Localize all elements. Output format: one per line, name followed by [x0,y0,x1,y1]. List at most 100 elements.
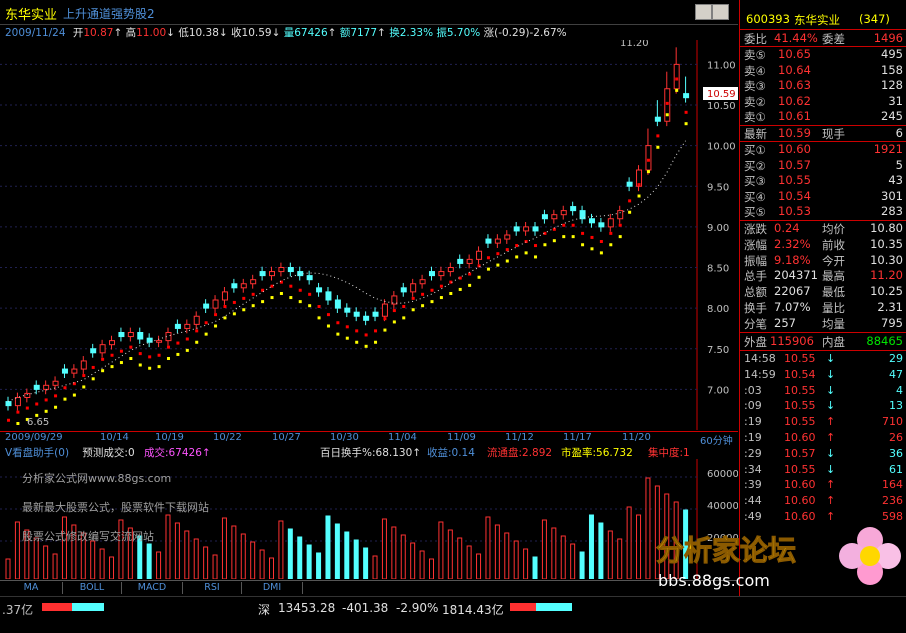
tab-rsi[interactable]: RSI [183,582,242,594]
tick-row[interactable]: :39 10.60 ↑ 164 [740,478,906,493]
tick-volume: 4 [896,383,903,397]
tab-ma[interactable]: MA [0,582,63,594]
support-mark [684,110,688,114]
bid-row[interactable]: 买③ 10.55 43 [740,173,906,188]
high-value: 11.00 [136,27,167,39]
support-mark-yellow [308,304,312,308]
ask-row[interactable]: 卖⑤ 10.65 495 [740,47,906,62]
stat-label: 前收 [822,237,845,252]
ask-row[interactable]: 卖③ 10.63 128 [740,78,906,93]
candlestick-chart[interactable]: 11.0010.5010.009.509.008.508.007.507.00 … [0,40,738,430]
tick-row[interactable]: :09 10.55 ↓ 13 [740,399,906,414]
stat-row[interactable]: 涨跌 0.24 均价 10.80 [740,221,906,236]
support-mark [119,349,123,353]
stat-row[interactable]: 总手 204371 最高 11.20 [740,268,906,283]
candle-body [156,340,163,343]
tab-boll[interactable]: BOLL [63,582,122,594]
volume-bar [476,553,482,579]
tick-row[interactable]: :19 10.55 ↑ 710 [740,415,906,430]
minimize-button[interactable] [695,4,712,20]
stat-row[interactable]: 总额 22067 最低 10.25 [740,284,906,299]
watermark-url: bbs.88gs.com [658,571,770,590]
volume-bar [504,532,510,579]
candle-body [33,384,40,390]
forum-logo-watermark: 分析家论坛 bbs.88gs.com [656,527,901,590]
date-label: 10/19 [155,432,184,443]
tick-direction-icon: ↑ [826,431,836,444]
tick-row[interactable]: :44 10.60 ↑ 236 [740,494,906,509]
date-label: 2009/09/29 [5,432,63,443]
tick-row[interactable]: :03 10.55 ↓ 4 [740,384,906,399]
support-mark-yellow [430,300,434,304]
weicha-value: 1496 [873,31,903,45]
support-mark-yellow [261,300,265,304]
stat-row[interactable]: 振幅 9.18% 今开 10.30 [740,253,906,268]
ask-row[interactable]: 卖② 10.62 31 [740,94,906,109]
tick-volume: 47 [889,367,903,381]
indicator-tabs: MA BOLL MACD RSI DMI [0,580,738,595]
bid-volume: 301 [881,188,903,203]
support-mark-yellow [336,332,340,336]
price-axis-label: 10.00 [707,142,736,153]
tab-macd[interactable]: MACD [122,582,183,594]
support-mark-yellow [298,300,302,304]
open-label: 开 [72,27,84,39]
stat-row[interactable]: 涨幅 2.32% 前收 10.35 [740,237,906,252]
tick-row[interactable]: :19 10.60 ↑ 26 [740,431,906,446]
ask-row[interactable]: 卖① 10.61 245 [740,109,906,124]
candle-body [212,299,219,309]
candle-body [541,214,548,220]
panel-stock-name: 东华实业 [794,13,840,27]
stat-row[interactable]: 换手 7.07% 量比 2.31 [740,300,906,315]
support-mark-yellow [505,259,509,263]
ask-price: 10.61 [778,109,811,123]
tick-price: 10.55 [784,399,816,413]
bid-label: 买⑤ [744,205,766,219]
price-axis-label: 7.50 [707,345,729,356]
date-label: 10/27 [272,432,301,443]
ad-text: 股票公式修改编写交流网站 [22,530,154,543]
bid-row[interactable]: 买② 10.57 5 [740,158,906,173]
tick-row[interactable]: 14:58 10.55 ↓ 29 [740,352,906,367]
support-mark [35,402,39,406]
support-mark-yellow [609,243,613,247]
tick-row[interactable]: :34 10.55 ↓ 61 [740,463,906,478]
volume-header: V看盘助手(0) 预测成交:0 成交:67426↑ 百日换手%:68.130↑ … [5,445,735,459]
candle-body [466,258,473,264]
support-mark-yellow [166,357,170,360]
support-mark-yellow [439,296,443,300]
indicator-title[interactable]: V看盘助手(0) [5,447,69,459]
tick-time: :03 [744,383,762,397]
stat-value: 257 [774,315,796,330]
stat-row[interactable]: 分笔 257 均量 795 [740,316,906,331]
bid-row[interactable]: 买① 10.60 1921 [740,142,906,157]
weicha-label: 委差 [822,32,845,46]
stat-value: 10.35 [870,236,903,251]
volume-bar [363,547,369,579]
bid-row[interactable]: 买⑤ 10.53 283 [740,204,906,219]
support-mark [298,288,302,292]
candle-body [24,392,31,398]
support-mark [242,296,246,300]
stat-label: 分笔 [744,316,767,331]
close-button[interactable] [712,4,729,20]
low-annotation: 6.65 [27,417,49,428]
support-mark-yellow [477,275,481,279]
support-mark-yellow [374,340,378,344]
support-mark-yellow [148,366,152,370]
bid-row[interactable]: 买④ 10.54 301 [740,189,906,204]
tick-price: 10.57 [784,446,816,460]
candle-body [673,63,680,90]
volume-bar [410,542,416,579]
volume-bar [14,521,20,579]
tab-dmi[interactable]: DMI [242,582,303,594]
tick-row[interactable]: :29 10.57 ↓ 36 [740,447,906,462]
support-mark-yellow [411,308,415,312]
support-mark [82,374,86,378]
ask-row[interactable]: 卖④ 10.64 158 [740,63,906,78]
tick-row[interactable]: 14:59 10.54 ↓ 47 [740,368,906,383]
support-mark-yellow [54,405,58,409]
support-mark [609,231,613,235]
candle-body [306,275,313,281]
tick-price: 10.54 [784,367,816,381]
